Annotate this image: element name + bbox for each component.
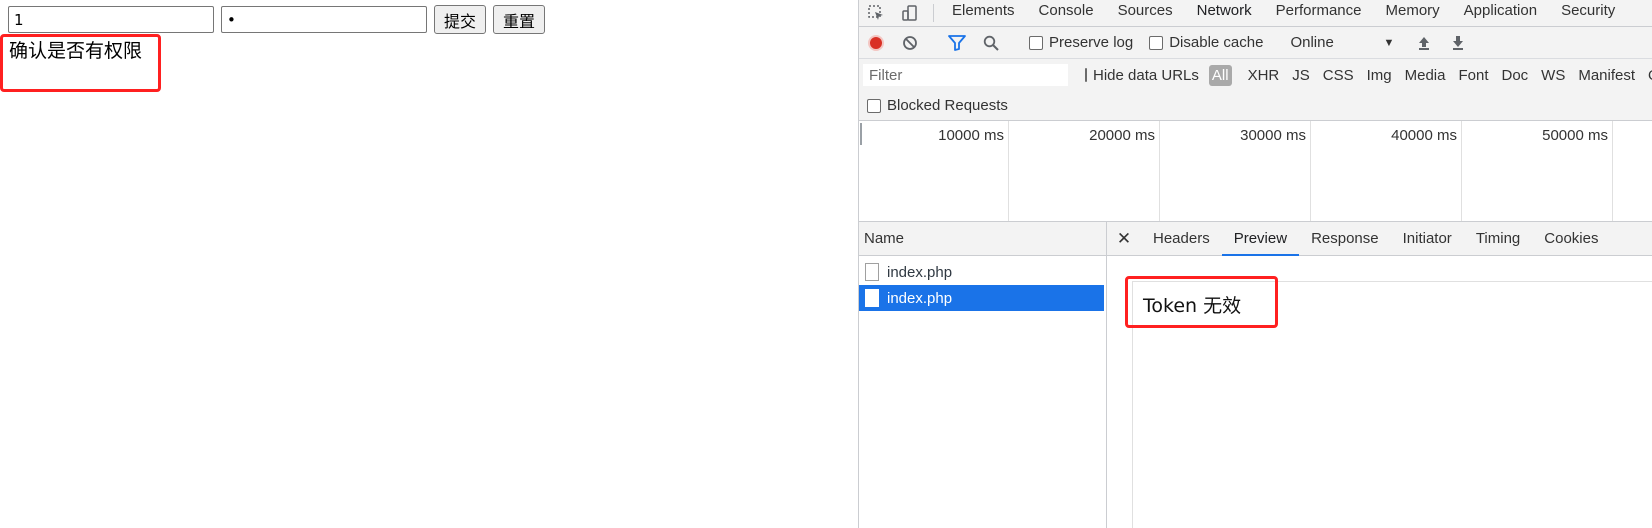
tab-elements[interactable]: Elements <box>940 0 1027 26</box>
type-filter-all[interactable]: All <box>1208 64 1232 86</box>
highlight-box-result <box>0 34 161 92</box>
tab-performance[interactable]: Performance <box>1264 0 1374 26</box>
submit-button[interactable]: 提交 <box>434 5 487 34</box>
type-filter-other[interactable]: Ot <box>1648 67 1652 84</box>
login-form: 提交 重置 <box>8 5 546 34</box>
document-icon <box>865 289 879 307</box>
web-page: 提交 重置 确认是否有权限 <box>0 0 858 528</box>
tab-response[interactable]: Response <box>1299 222 1391 255</box>
timeline-tick: 30000 ms <box>1161 121 1311 221</box>
device-toolbar-icon[interactable] <box>893 0 927 26</box>
filter-icon <box>948 34 966 51</box>
blocked-requests-label: Blocked Requests <box>887 97 1008 114</box>
document-icon <box>865 263 879 281</box>
password-input[interactable] <box>221 6 427 33</box>
hide-data-urls-label: Hide data URLs <box>1093 66 1199 84</box>
timeline-tick: 50000 ms <box>1463 121 1613 221</box>
type-filter-manifest[interactable]: Manifest <box>1578 67 1635 84</box>
devtools-panel: Elements Console Sources Network Perform… <box>858 0 1652 528</box>
throttling-value: Online <box>1290 34 1334 51</box>
tab-sources[interactable]: Sources <box>1106 0 1185 26</box>
disable-cache-label: Disable cache <box>1169 34 1264 51</box>
request-row-selected[interactable]: index.php <box>859 285 1104 311</box>
network-toolbar: Preserve log Disable cache Online ▼ <box>859 27 1652 59</box>
name-column-header[interactable]: Name <box>859 222 1106 256</box>
type-filter-js[interactable]: JS <box>1292 67 1310 84</box>
reset-button[interactable]: 重置 <box>493 5 546 34</box>
type-filter-ws[interactable]: WS <box>1541 67 1565 84</box>
search-button[interactable] <box>974 27 1008 58</box>
timeline-tick: 10000 ms <box>859 121 1009 221</box>
tab-memory[interactable]: Memory <box>1374 0 1452 26</box>
preserve-log-label: Preserve log <box>1049 34 1134 51</box>
upload-icon <box>1419 36 1430 50</box>
highlight-box-preview <box>1125 276 1278 328</box>
inspect-element-icon[interactable] <box>859 0 893 26</box>
request-name: index.php <box>887 289 953 307</box>
dropdown-arrow-icon: ▼ <box>1383 36 1395 49</box>
request-row[interactable]: index.php <box>859 259 1106 285</box>
import-har-button[interactable] <box>1407 27 1441 58</box>
timeline-tick: 20000 ms <box>1010 121 1160 221</box>
disable-cache-checkbox[interactable] <box>1149 35 1164 50</box>
export-har-button[interactable] <box>1441 27 1475 58</box>
throttling-select[interactable]: Online ▼ <box>1284 34 1394 51</box>
details-tab-bar: ✕ Headers Preview Response Initiator Tim… <box>1107 222 1652 256</box>
tab-preview[interactable]: Preview <box>1221 222 1300 256</box>
record-button[interactable] <box>859 27 893 58</box>
type-filter-font[interactable]: Font <box>1458 67 1488 84</box>
request-name: index.php <box>887 263 953 281</box>
devtools-tab-bar: Elements Console Sources Network Perform… <box>859 0 1652 27</box>
clear-icon <box>903 35 917 50</box>
blocked-requests-checkbox[interactable] <box>867 98 881 113</box>
tab-security[interactable]: Security <box>1549 0 1627 26</box>
type-filter-doc[interactable]: Doc <box>1501 67 1528 84</box>
request-details: ✕ Headers Preview Response Initiator Tim… <box>1107 222 1652 528</box>
toolbar-divider <box>933 4 934 22</box>
tab-console[interactable]: Console <box>1027 0 1106 26</box>
timeline-tick: 40000 ms <box>1312 121 1462 221</box>
filter-toggle-button[interactable] <box>940 27 974 58</box>
tab-application[interactable]: Application <box>1452 0 1549 26</box>
tab-headers[interactable]: Headers <box>1141 222 1222 255</box>
type-filter-img[interactable]: Img <box>1367 67 1392 84</box>
network-overview-timeline[interactable]: 10000 ms 20000 ms 30000 ms 40000 ms 5000… <box>859 121 1652 222</box>
download-icon <box>1453 35 1464 50</box>
close-icon[interactable]: ✕ <box>1107 222 1141 255</box>
request-list: Name index.php index.php <box>859 222 1107 528</box>
username-input[interactable] <box>8 6 214 33</box>
type-filter-media[interactable]: Media <box>1405 67 1446 84</box>
filter-input[interactable] <box>863 64 1068 86</box>
hide-data-urls-checkbox[interactable] <box>1085 68 1087 82</box>
tab-network[interactable]: Network <box>1185 0 1264 26</box>
blocked-requests-bar: Blocked Requests <box>859 91 1652 121</box>
record-icon <box>868 34 884 51</box>
filter-bar: Hide data URLs All XHR JS CSS Img Media … <box>859 59 1652 91</box>
tab-timing[interactable]: Timing <box>1464 222 1532 255</box>
tab-cookies[interactable]: Cookies <box>1532 222 1610 255</box>
type-filter-xhr[interactable]: XHR <box>1248 67 1280 84</box>
type-filter-css[interactable]: CSS <box>1323 67 1354 84</box>
tab-initiator[interactable]: Initiator <box>1391 222 1464 255</box>
search-icon <box>983 35 999 51</box>
preserve-log-checkbox[interactable] <box>1029 35 1043 50</box>
clear-button[interactable] <box>893 27 927 58</box>
